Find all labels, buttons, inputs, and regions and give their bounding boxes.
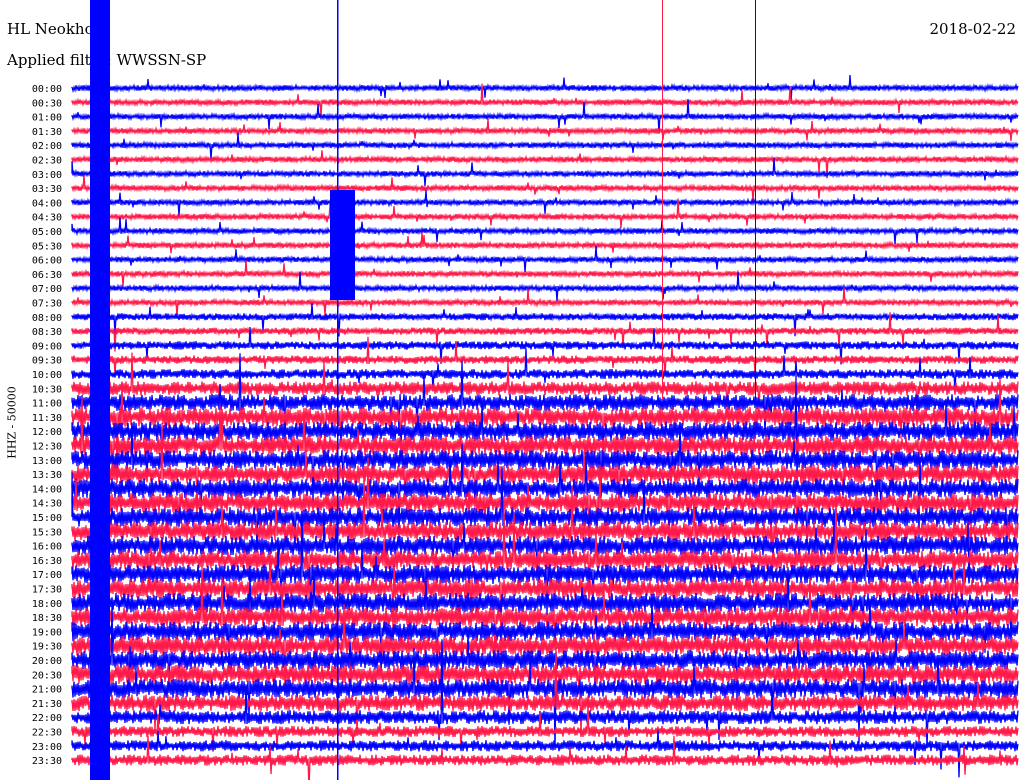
row-time-label: 16:00 — [32, 542, 62, 553]
row-time-label: 17:00 — [32, 570, 62, 581]
row-time-label: 16:30 — [32, 556, 62, 567]
trace-0300 — [71, 157, 1019, 187]
row-time-label: 10:30 — [32, 384, 62, 395]
trace-0530 — [71, 231, 1019, 254]
row-time-label: 23:30 — [32, 756, 62, 767]
trace-0330 — [71, 174, 1019, 202]
row-time-label: 02:30 — [32, 156, 62, 167]
row-time-label: 23:00 — [32, 742, 62, 753]
row-time-label: 05:30 — [32, 241, 62, 252]
row-time-label: 20:30 — [32, 670, 62, 681]
event-spike — [662, 0, 663, 400]
row-time-label: 06:30 — [32, 270, 62, 281]
row-time-label: 04:30 — [32, 213, 62, 224]
row-time-label: 18:00 — [32, 599, 62, 610]
event-spike — [337, 0, 339, 780]
row-time-label: 12:00 — [32, 427, 62, 438]
trace-0500 — [71, 217, 1019, 245]
row-time-label: 12:30 — [32, 442, 62, 453]
row-time-label: 22:30 — [32, 728, 62, 739]
row-time-label: 00:30 — [32, 98, 62, 109]
row-time-label: 07:00 — [32, 284, 62, 295]
row-time-label: 13:30 — [32, 470, 62, 481]
row-time-label: 21:30 — [32, 699, 62, 710]
event-spike — [755, 0, 756, 400]
row-time-label: 02:00 — [32, 141, 62, 152]
row-time-label: 06:00 — [32, 256, 62, 267]
row-time-label: 08:00 — [32, 313, 62, 324]
row-time-label: 14:00 — [32, 484, 62, 495]
row-time-label: 11:30 — [32, 413, 62, 424]
trace-0730 — [71, 286, 1019, 319]
trace-0600 — [71, 245, 1019, 273]
row-time-label: 19:00 — [32, 627, 62, 638]
trace-0200 — [71, 132, 1019, 160]
row-time-label: 03:30 — [32, 184, 62, 195]
row-time-label: 20:00 — [32, 656, 62, 667]
row-time-label: 22:00 — [32, 713, 62, 724]
row-time-label: 19:30 — [32, 642, 62, 653]
row-time-label: 03:00 — [32, 170, 62, 181]
row-time-label: 18:30 — [32, 613, 62, 624]
row-time-label: 10:00 — [32, 370, 62, 381]
row-time-label: 13:00 — [32, 456, 62, 467]
event-spike — [90, 0, 110, 780]
trace-0400 — [71, 190, 1019, 217]
row-time-label: 07:30 — [32, 299, 62, 310]
row-time-label: 14:30 — [32, 499, 62, 510]
row-time-label: 21:00 — [32, 685, 62, 696]
row-time-label: 17:30 — [32, 585, 62, 596]
row-time-label: 09:30 — [32, 356, 62, 367]
trace-0630 — [71, 260, 1019, 287]
row-time-label: 15:00 — [32, 513, 62, 524]
trace-0130 — [71, 119, 1019, 141]
row-time-label: 01:00 — [32, 113, 62, 124]
row-time-label: 00:00 — [32, 84, 62, 95]
row-time-label: 11:00 — [32, 399, 62, 410]
row-time-label: 09:00 — [32, 341, 62, 352]
row-time-label: 05:00 — [32, 227, 62, 238]
row-time-label: 15:30 — [32, 527, 62, 538]
trace-0000 — [71, 75, 1019, 103]
row-time-label: 01:30 — [32, 127, 62, 138]
helicorder-plot: 00:00 00:30 01:00 01:30 02:00 02:30 03:00 03:30… — [32, 0, 1019, 780]
event-spike — [330, 190, 355, 300]
row-time-label: 04:00 — [32, 198, 62, 209]
row-time-label: 08:30 — [32, 327, 62, 338]
